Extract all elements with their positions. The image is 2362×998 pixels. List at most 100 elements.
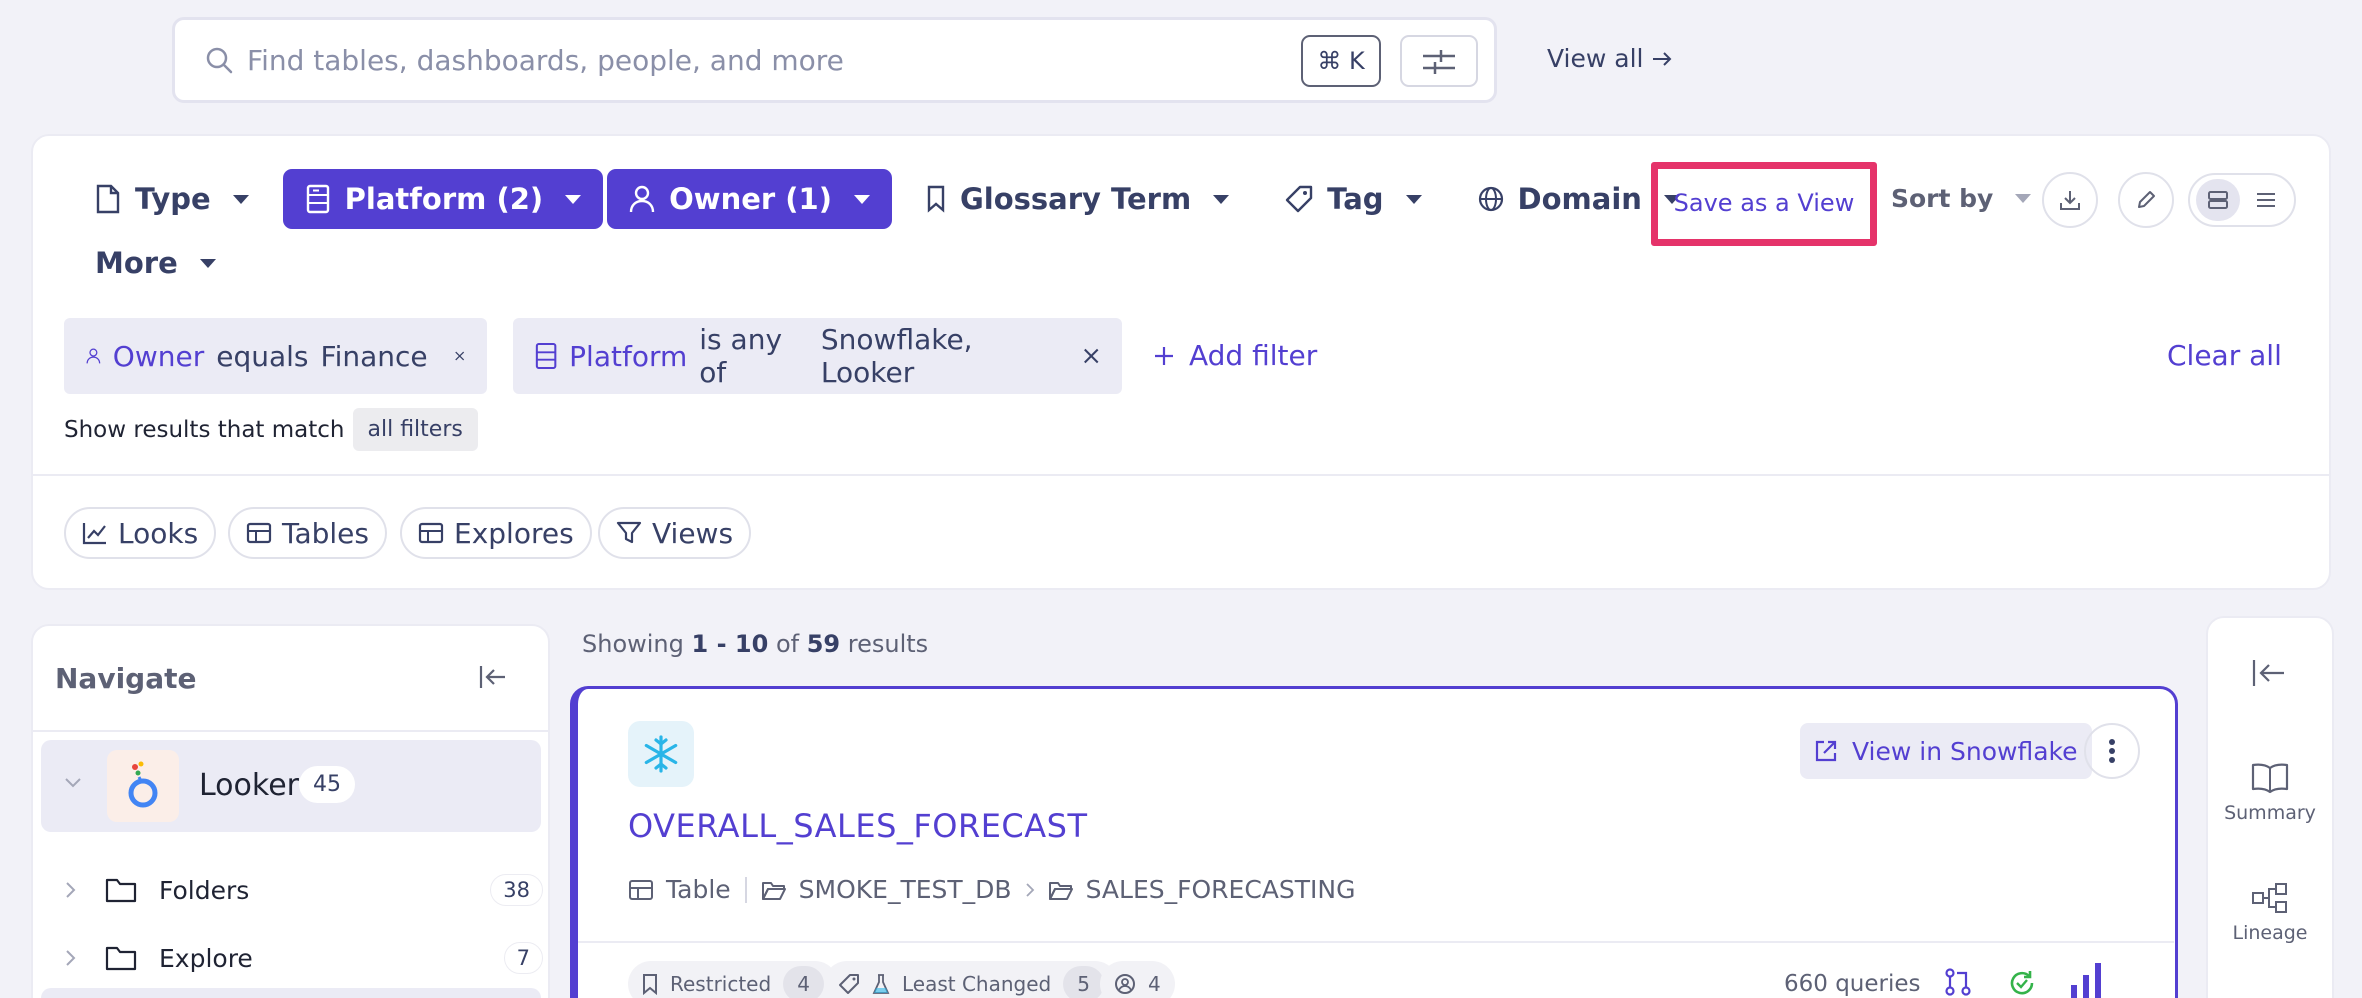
view-in-label: View in Snowflake bbox=[1852, 736, 2078, 766]
entity-type-label: Table bbox=[666, 875, 731, 904]
chevron-down-icon bbox=[1213, 194, 1230, 204]
filter-more-label: More bbox=[95, 246, 178, 280]
platform-icon bbox=[306, 184, 329, 214]
document-icon bbox=[96, 184, 120, 214]
download-icon bbox=[2060, 191, 2080, 210]
filter-operator: equals bbox=[216, 339, 309, 373]
filter-platform[interactable]: Platform (2) bbox=[282, 169, 604, 229]
view-mode-toggle[interactable] bbox=[2188, 173, 2296, 227]
chevron-down-icon bbox=[199, 258, 216, 268]
nav-tree-item-folders[interactable]: Folders 38 bbox=[63, 865, 543, 915]
side-tab-lineage[interactable]: Lineage bbox=[2208, 882, 2332, 944]
filter-field: Owner bbox=[112, 339, 205, 373]
nav-tree-label: Explore bbox=[159, 943, 253, 973]
breadcrumb-database-link[interactable]: SMOKE_TEST_DB bbox=[799, 875, 1012, 904]
nav-platform-looker[interactable]: Looker 45 bbox=[41, 740, 541, 832]
subtype-views[interactable]: Views bbox=[598, 507, 752, 559]
tag-icon bbox=[1285, 185, 1313, 213]
filter-funnel-icon bbox=[616, 521, 642, 544]
lineage-icon bbox=[2252, 883, 2287, 913]
filter-domain-label: Domain bbox=[1517, 182, 1642, 216]
view-all-link[interactable]: View all bbox=[1547, 44, 1673, 73]
search-icon bbox=[205, 46, 233, 74]
active-filter-owner[interactable]: Owner equals Finance bbox=[64, 318, 487, 394]
collapse-left-icon[interactable] bbox=[2252, 658, 2286, 688]
nav-tree-label: Folders bbox=[159, 875, 250, 905]
filter-value: Finance bbox=[320, 339, 428, 373]
active-filter-platform[interactable]: Platform is any of Snowflake, Looker bbox=[513, 318, 1122, 394]
chevron-down-icon bbox=[232, 194, 249, 204]
table-icon bbox=[418, 522, 444, 544]
snowflake-logo-icon bbox=[628, 721, 694, 787]
navigate-title: Navigate bbox=[55, 662, 197, 695]
glossary-pill[interactable]: Restricted 4 bbox=[628, 961, 838, 998]
collapse-left-icon bbox=[479, 666, 505, 688]
entity-title-link[interactable]: OVERALL_SALES_FORECAST bbox=[628, 807, 1088, 845]
book-icon bbox=[2251, 763, 2289, 794]
chevron-down-icon[interactable] bbox=[63, 776, 83, 790]
nav-tree-item-explore[interactable]: Explore 7 bbox=[63, 933, 543, 983]
filter-type[interactable]: Type bbox=[73, 169, 271, 229]
view-in-platform-button[interactable]: View in Snowflake bbox=[1800, 723, 2092, 779]
compact-view-option[interactable] bbox=[2244, 179, 2288, 221]
filter-owner[interactable]: Owner (1) bbox=[607, 169, 892, 229]
breadcrumb-schema-link[interactable]: SALES_FORECASTING bbox=[1086, 875, 1356, 904]
bookmark-icon bbox=[643, 974, 657, 995]
match-mode-selector[interactable]: all filters bbox=[352, 408, 478, 451]
save-as-view-button[interactable]: Save as a View bbox=[1651, 162, 1877, 246]
nav-platform-next[interactable] bbox=[41, 988, 541, 998]
tag-icon bbox=[839, 974, 859, 994]
subtype-label: Tables bbox=[282, 516, 369, 550]
popularity-bars-icon[interactable] bbox=[2068, 959, 2108, 998]
nav-tree-count: 38 bbox=[490, 874, 543, 906]
filter-operator: is any of bbox=[699, 323, 783, 389]
card-divider bbox=[578, 941, 2174, 943]
match-prefix: Show results that match bbox=[64, 416, 345, 443]
filter-glossary-term[interactable]: Glossary Term bbox=[904, 169, 1251, 229]
download-button[interactable] bbox=[2042, 172, 2098, 228]
navigate-panel: Navigate Looker 45 Folders 38 Explore 7 bbox=[31, 624, 550, 998]
result-card[interactable]: View in Snowflake OVERALL_SALES_FORECAST… bbox=[570, 686, 2178, 998]
side-panel: Summary Lineage bbox=[2206, 616, 2334, 998]
external-link-icon bbox=[1815, 740, 1837, 762]
add-filter-button[interactable]: Add filter bbox=[1153, 339, 1317, 372]
match-mode-line: Show results that match all filters bbox=[64, 408, 478, 451]
collapse-panel-button[interactable] bbox=[479, 664, 507, 690]
filter-owner-label: Owner (1) bbox=[669, 182, 832, 216]
advanced-search-button[interactable] bbox=[1400, 35, 1478, 87]
subtype-looks[interactable]: Looks bbox=[64, 507, 217, 559]
side-tab-label: Summary bbox=[2224, 802, 2316, 824]
tag-pill[interactable]: Least Changed 5 bbox=[824, 961, 1118, 998]
navigate-divider bbox=[33, 730, 548, 732]
list-icon bbox=[2257, 193, 2275, 207]
owners-pill[interactable]: 4 bbox=[1100, 961, 1175, 998]
search-input[interactable]: Find tables, dashboards, people, and mor… bbox=[247, 44, 844, 77]
subtype-explores[interactable]: Explores bbox=[400, 507, 592, 559]
side-tab-summary[interactable]: Summary bbox=[2208, 762, 2332, 824]
keyboard-shortcut-badge: ⌘ K bbox=[1301, 35, 1381, 87]
results-suffix: results bbox=[847, 630, 929, 658]
flask-icon bbox=[872, 974, 890, 994]
pull-request-icon[interactable] bbox=[1944, 967, 1972, 997]
table-icon bbox=[629, 879, 653, 900]
filter-more[interactable]: More bbox=[73, 233, 238, 293]
looker-logo-icon bbox=[107, 750, 179, 822]
global-search-box[interactable]: Find tables, dashboards, people, and mor… bbox=[172, 17, 1497, 103]
chevron-down-icon bbox=[565, 194, 582, 204]
card-view-option[interactable] bbox=[2196, 179, 2240, 221]
sort-by-dropdown[interactable]: Sort by bbox=[1891, 184, 2032, 213]
nav-platform-count: 45 bbox=[299, 766, 355, 803]
edit-button[interactable] bbox=[2118, 172, 2174, 228]
user-icon bbox=[629, 185, 655, 213]
pencil-icon bbox=[2138, 191, 2155, 208]
chevron-right-icon[interactable] bbox=[63, 948, 89, 968]
more-options-button[interactable] bbox=[2084, 723, 2140, 779]
refresh-check-icon[interactable] bbox=[2008, 969, 2036, 997]
close-icon[interactable] bbox=[1082, 346, 1100, 366]
close-icon[interactable] bbox=[454, 346, 465, 366]
filter-tag[interactable]: Tag bbox=[1263, 169, 1443, 229]
chevron-right-icon[interactable] bbox=[63, 880, 89, 900]
clear-all-button[interactable]: Clear all bbox=[2167, 339, 2282, 372]
subtype-tables[interactable]: Tables bbox=[228, 507, 387, 559]
folder-icon bbox=[105, 945, 137, 971]
